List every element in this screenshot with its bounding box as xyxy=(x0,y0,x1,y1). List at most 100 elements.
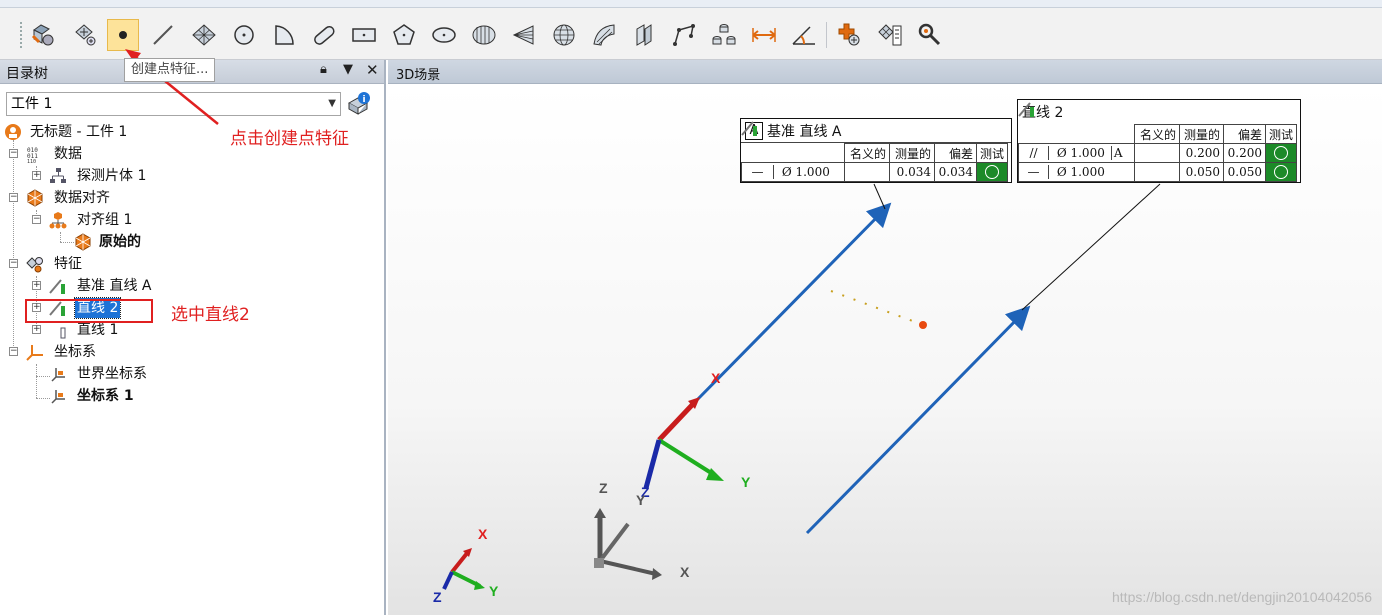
collapse-icon[interactable]: − xyxy=(32,215,41,224)
coordinate-system-icon xyxy=(26,345,43,361)
toolbar-grip[interactable] xyxy=(20,22,23,48)
create-cylinder-button[interactable] xyxy=(468,19,500,51)
construct-feature-button[interactable] xyxy=(834,19,866,51)
parallelism-symbol: // xyxy=(1019,146,1049,160)
ellipse-icon xyxy=(432,27,456,43)
slot-icon xyxy=(314,25,335,45)
fcf-title: 直线 2 xyxy=(1018,100,1300,124)
create-ellipse-button[interactable] xyxy=(428,19,460,51)
tree-connector xyxy=(36,376,50,377)
plane-icon xyxy=(192,24,216,46)
create-polyline-button[interactable] xyxy=(668,19,700,51)
panel-title: 目录树 xyxy=(6,66,48,82)
world-coordinate-system xyxy=(594,508,662,580)
annotation-highlight-box xyxy=(25,299,153,323)
axis-label-y-gray: Y xyxy=(636,492,646,508)
collapse-icon[interactable]: − xyxy=(9,193,18,202)
fcf-table: 名义的 测量的 偏差 测试 // Ø 1.000 A 0.200 0.200 —… xyxy=(1018,124,1298,182)
info-icon[interactable]: i xyxy=(346,91,372,117)
binary-data-icon: 010011110 xyxy=(27,147,38,163)
create-arc-button[interactable] xyxy=(268,19,300,51)
coordinate-system-icon xyxy=(51,390,65,404)
fcf-line-2[interactable]: 直线 2 名义的 测量的 偏差 测试 // Ø 1.000 A 0.200 0.… xyxy=(1017,99,1301,183)
datum-line-a[interactable] xyxy=(693,202,892,404)
axis-label-x-gray: X xyxy=(680,564,690,580)
section-icon xyxy=(636,24,652,46)
polyline-icon xyxy=(673,24,695,46)
create-line-button[interactable] xyxy=(147,19,179,51)
collapse-icon[interactable]: − xyxy=(9,347,18,356)
create-cone-button[interactable] xyxy=(508,19,540,51)
scene-title: 3D场景 xyxy=(396,68,441,83)
probe-feature-button[interactable] xyxy=(27,19,59,51)
tree-connector xyxy=(36,398,50,399)
point-trace xyxy=(830,290,919,324)
create-polygon-button[interactable] xyxy=(388,19,420,51)
alignment-icon xyxy=(75,233,91,251)
annotation-select-line: 选中直线2 xyxy=(171,305,250,325)
3d-viewport[interactable]: X Y Z Y Z X X Y Z A 基准 直线 A 名义的 测量的 偏差 测… xyxy=(388,84,1382,615)
pin-icon[interactable]: 🔒︎ xyxy=(320,62,327,77)
create-section-button[interactable] xyxy=(628,19,660,51)
close-icon[interactable]: ✕ xyxy=(366,61,379,79)
tree-connector xyxy=(13,140,14,356)
surface-icon xyxy=(593,24,615,46)
create-surface-button[interactable] xyxy=(588,19,620,51)
features-icon xyxy=(26,257,43,273)
collapse-icon[interactable]: − xyxy=(9,149,18,158)
line-feature-icon xyxy=(49,279,65,294)
line-icon xyxy=(153,25,173,45)
distance-icon xyxy=(752,28,776,42)
tooltip-create-point: 创建点特征... xyxy=(124,58,216,82)
create-set-button[interactable] xyxy=(708,19,740,51)
workpiece-select[interactable]: 工件 1 ▼ xyxy=(6,92,341,116)
line-2[interactable] xyxy=(805,305,1031,535)
alignment-icon xyxy=(27,189,43,207)
point-cloud-button[interactable] xyxy=(70,19,102,51)
fcf-title: A 基准 直线 A xyxy=(741,119,1011,143)
collapse-icon[interactable]: − xyxy=(9,259,18,268)
tree-connector xyxy=(60,242,74,243)
expand-icon[interactable]: + xyxy=(32,325,41,334)
polygon-icon xyxy=(393,24,415,45)
cone-icon xyxy=(512,25,534,45)
hierarchy-icon xyxy=(50,168,66,183)
tree-connector xyxy=(36,364,37,398)
triad-label-y: Y xyxy=(489,583,499,599)
tree-connector xyxy=(60,232,61,242)
create-sphere-button[interactable] xyxy=(548,19,580,51)
feature-list-button[interactable] xyxy=(874,19,906,51)
create-point-button[interactable] xyxy=(107,19,139,51)
chevron-down-icon: ▼ xyxy=(328,98,336,109)
create-distance-button[interactable] xyxy=(748,19,780,51)
set-icon xyxy=(712,24,736,45)
rect-slot-icon xyxy=(352,28,376,42)
create-circle-button[interactable] xyxy=(228,19,260,51)
coordinate-system-icon xyxy=(51,368,65,382)
expand-icon[interactable]: + xyxy=(32,281,41,290)
expand-icon[interactable]: + xyxy=(32,171,41,180)
create-slot-button[interactable] xyxy=(308,19,340,51)
triad-label-z: Z xyxy=(433,589,442,605)
pass-indicator xyxy=(1264,162,1298,182)
panel-menu-icon[interactable]: ▼ xyxy=(343,62,353,77)
tools-icon xyxy=(918,23,941,46)
create-angle-button[interactable] xyxy=(788,19,820,51)
coordinate-system-1 xyxy=(643,397,724,489)
pass-indicator xyxy=(975,162,1009,182)
triad-label-x: X xyxy=(478,526,488,542)
arc-icon xyxy=(275,25,294,45)
settings-tools-button[interactable] xyxy=(914,19,946,51)
point-feature[interactable] xyxy=(919,321,927,329)
fcf-datum-line-a[interactable]: A 基准 直线 A 名义的 测量的 偏差 测试 — Ø 1.000 xyxy=(740,118,1012,183)
angle-icon xyxy=(792,26,815,45)
toolbar-separator xyxy=(826,22,827,48)
watermark: https://blog.csdn.net/dengjin20104042056 xyxy=(1112,589,1372,605)
axis-label-z-gray: Z xyxy=(599,480,608,496)
construct-icon xyxy=(838,23,860,46)
create-plane-button[interactable] xyxy=(188,19,220,51)
sphere-icon xyxy=(553,24,575,46)
create-rect-slot-button[interactable] xyxy=(348,19,380,51)
probe-icon xyxy=(31,24,54,46)
cylinder-icon xyxy=(472,25,496,45)
